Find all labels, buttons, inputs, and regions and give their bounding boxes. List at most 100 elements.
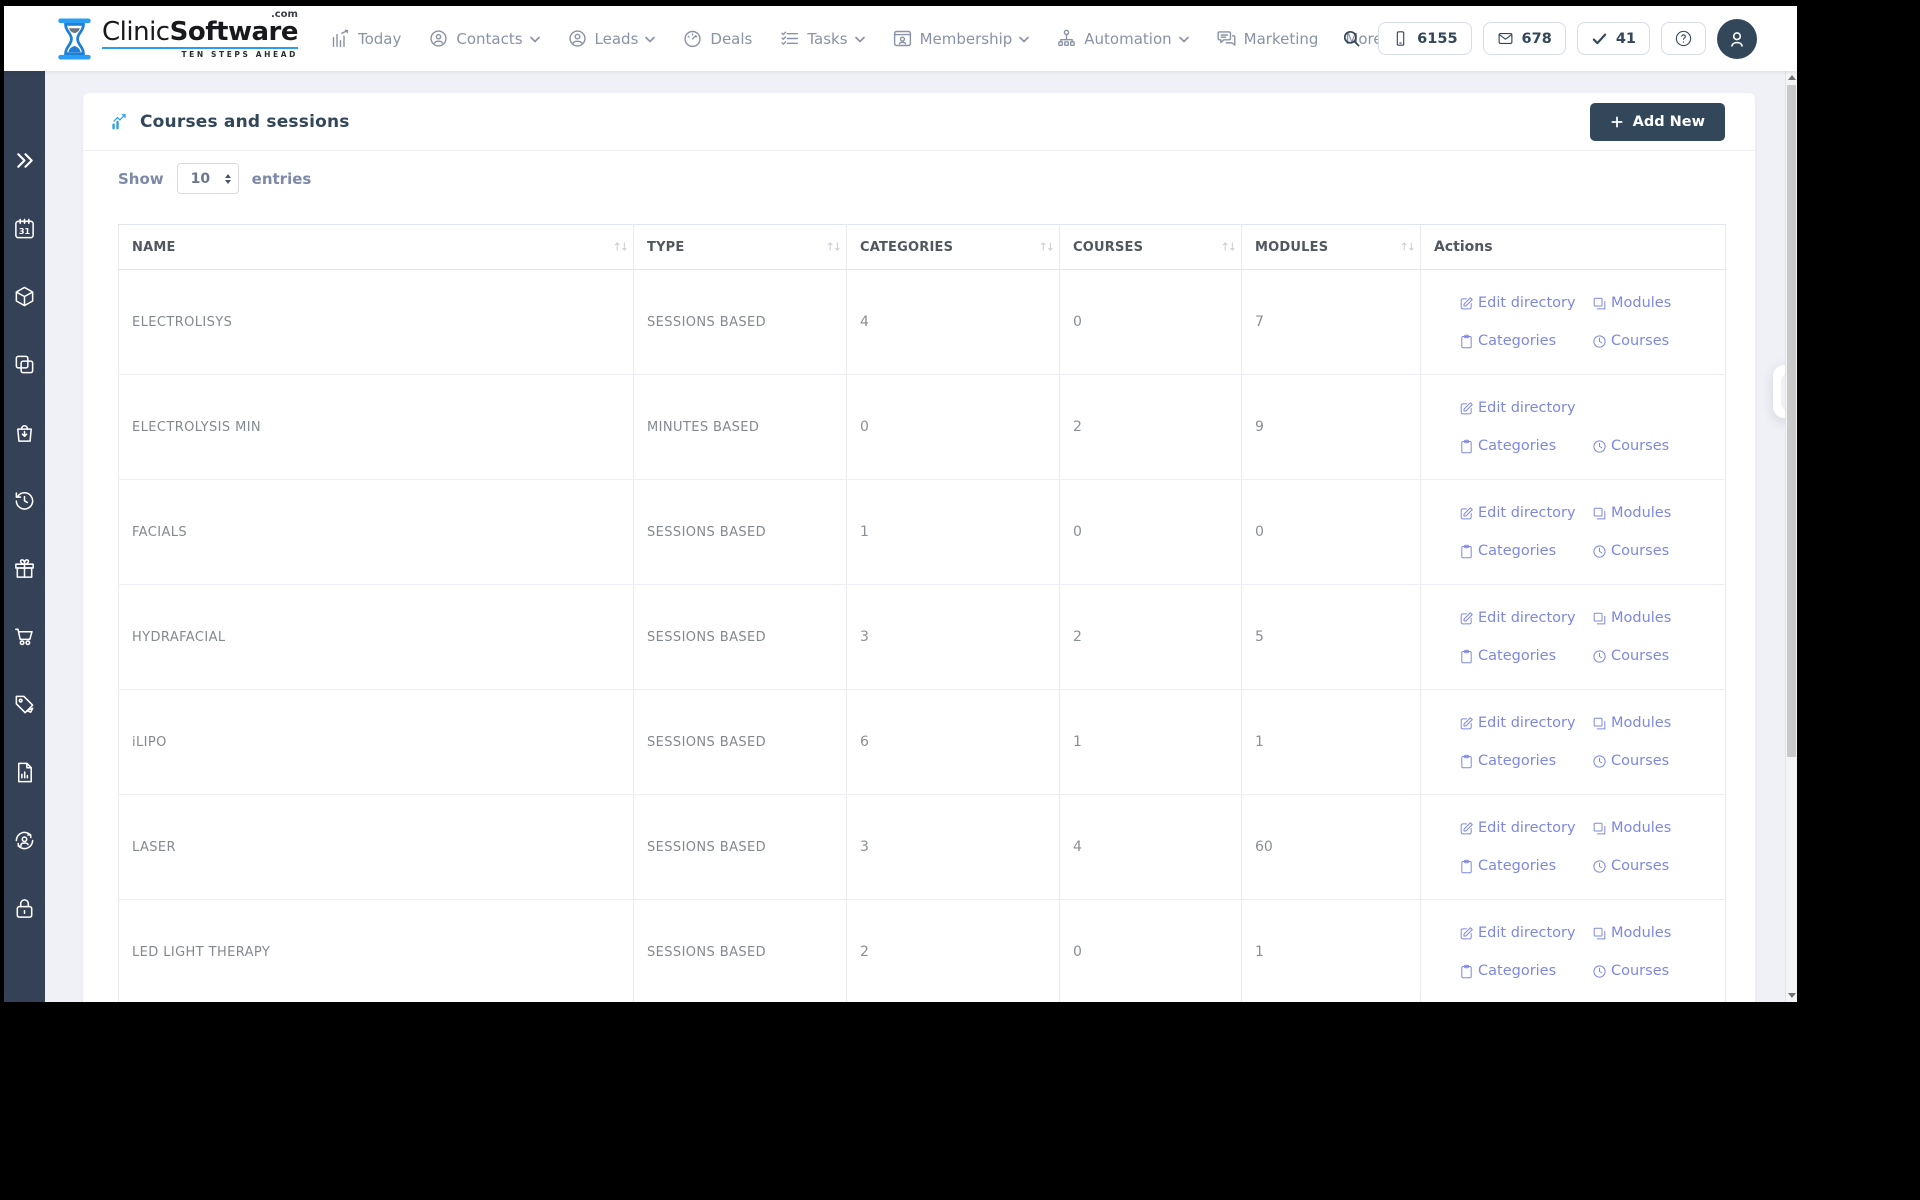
sidebar-report-icon[interactable] (13, 761, 36, 784)
action-link-categories[interactable]: Categories (1459, 753, 1592, 769)
action-link-modules[interactable]: Modules (1592, 715, 1671, 731)
cell-categories: 6 (846, 689, 1060, 795)
add-new-button[interactable]: Add New (1589, 102, 1725, 141)
cell-name: LED LIGHT THERAPY (118, 899, 634, 1002)
cell-categories: 2 (846, 899, 1060, 1002)
cell-type: SESSIONS BASED (633, 584, 847, 690)
action-link-edit-directory[interactable]: Edit directory (1459, 505, 1592, 521)
action-link-modules[interactable]: Modules (1592, 925, 1671, 941)
nav-item-tasks[interactable]: Tasks (779, 28, 865, 49)
scrollbar-up-arrow[interactable] (1786, 71, 1797, 84)
automation-icon (1056, 28, 1077, 49)
nav-item-today[interactable]: Today (330, 28, 401, 49)
sidebar-user-sync-icon[interactable] (13, 829, 36, 852)
action-link-categories[interactable]: Categories (1459, 543, 1592, 559)
chevron-down-icon (529, 34, 540, 43)
column-header-categories[interactable]: CATEGORIES ↑↓ (846, 224, 1060, 270)
svg-text:31: 31 (19, 226, 31, 236)
sidebar-cube-icon[interactable] (13, 285, 36, 308)
action-link-courses[interactable]: Courses (1592, 753, 1671, 769)
column-header-modules[interactable]: MODULES ↑↓ (1241, 224, 1421, 270)
nav-item-contacts[interactable]: Contacts (428, 28, 540, 49)
sidebar-cart-icon[interactable] (13, 625, 36, 648)
sidebar-history-icon[interactable] (13, 489, 36, 512)
action-link-categories[interactable]: Categories (1459, 648, 1592, 664)
action-link-categories[interactable]: Categories (1459, 438, 1592, 454)
courses-icon (1592, 334, 1607, 349)
action-link-courses[interactable]: Courses (1592, 648, 1671, 664)
user-avatar[interactable] (1717, 18, 1757, 59)
courses-icon (1592, 964, 1607, 979)
scrollbar-down-arrow[interactable] (1786, 989, 1797, 1002)
action-link-edit-directory[interactable]: Edit directory (1459, 400, 1592, 416)
action-link-categories[interactable]: Categories (1459, 858, 1592, 874)
action-link-modules[interactable]: Modules (1592, 820, 1671, 836)
categories-icon (1459, 439, 1474, 454)
action-link-modules[interactable]: Modules (1592, 295, 1671, 311)
table-row: LED LIGHT THERAPY SESSIONS BASED 2 0 1 Edit d… (118, 899, 1726, 1002)
action-link-courses[interactable]: Courses (1592, 333, 1671, 349)
column-header-courses[interactable]: COURSES ↑↓ (1059, 224, 1242, 270)
action-link-edit-directory[interactable]: Edit directory (1459, 295, 1592, 311)
action-link-courses[interactable]: Courses (1592, 543, 1671, 559)
action-link-courses[interactable]: Courses (1592, 963, 1671, 979)
action-link-edit-directory[interactable]: Edit directory (1459, 925, 1592, 941)
action-link-edit-directory[interactable]: Edit directory (1459, 715, 1592, 731)
action-link-categories[interactable]: Categories (1459, 963, 1592, 979)
check-counter-badge[interactable]: 41 (1576, 22, 1650, 55)
action-link-categories[interactable]: Categories (1459, 333, 1592, 349)
column-header-type[interactable]: TYPE ↑↓ (633, 224, 847, 270)
cell-type: SESSIONS BASED (633, 794, 847, 900)
cell-modules: 1 (1241, 899, 1421, 1002)
table-row: LASER SESSIONS BASED 3 4 60 Edit directory Mod… (118, 794, 1726, 900)
floating-cart-button[interactable] (1773, 365, 1785, 418)
cell-name: ELECTROLISYS (118, 269, 634, 375)
main-area: 31 Courses and sessions Add New Show 10 … (4, 71, 1797, 1002)
page-size-select[interactable]: 10 (176, 163, 239, 194)
nav-item-membership[interactable]: Membership (892, 28, 1030, 49)
chevron-down-icon (854, 34, 865, 43)
show-label: Show (118, 169, 164, 188)
column-header-name[interactable]: NAME ↑↓ (118, 224, 634, 270)
action-link-modules[interactable]: Modules (1592, 505, 1671, 521)
cell-modules: 9 (1241, 374, 1421, 480)
leads-icon (567, 28, 588, 49)
nav-item-marketing[interactable]: Marketing (1216, 28, 1318, 49)
search-icon[interactable] (1342, 29, 1361, 48)
table-row: FACIALS SESSIONS BASED 1 0 0 Edit directory Mo… (118, 479, 1726, 585)
sidebar-copy-icon[interactable] (13, 353, 36, 376)
sidebar-lock-icon[interactable] (13, 897, 36, 920)
action-link-courses[interactable]: Courses (1592, 438, 1669, 454)
nav-item-automation[interactable]: Automation (1056, 28, 1189, 49)
chart-growth-icon (110, 112, 129, 131)
sidebar-calendar-icon[interactable]: 31 (13, 217, 36, 240)
action-link-edit-directory[interactable]: Edit directory (1459, 610, 1592, 626)
nav-item-deals[interactable]: Deals (682, 28, 752, 49)
cell-categories: 1 (846, 479, 1060, 585)
cell-modules: 60 (1241, 794, 1421, 900)
nav-item-leads[interactable]: Leads (567, 28, 656, 49)
cell-type: MINUTES BASED (633, 374, 847, 480)
modules-icon (1592, 611, 1607, 626)
sidebar-price-tag-icon[interactable] (13, 693, 36, 716)
action-link-modules[interactable]: Modules (1592, 610, 1671, 626)
phone-counter-badge[interactable]: 6155 (1378, 22, 1472, 55)
cell-courses: 2 (1059, 584, 1242, 690)
sidebar-bag-arrow-icon[interactable] (13, 421, 36, 444)
marketing-icon (1216, 28, 1237, 49)
help-button[interactable] (1661, 22, 1706, 55)
action-link-courses[interactable]: Courses (1592, 858, 1671, 874)
clinicsoftware-logo[interactable]: .com ClinicSoftware TEN STEPS AHEAD (56, 9, 298, 61)
sort-arrows-icon: ↑↓ (612, 240, 630, 254)
chevron-down-icon (1019, 34, 1030, 43)
modules-icon (1592, 926, 1607, 941)
mail-counter-badge[interactable]: 678 (1482, 22, 1566, 55)
edit-icon (1459, 401, 1474, 416)
table-row: iLIPO SESSIONS BASED 6 1 1 Edit directory Modu… (118, 689, 1726, 795)
modules-icon (1592, 821, 1607, 836)
action-link-edit-directory[interactable]: Edit directory (1459, 820, 1592, 836)
scrollbar-thumb[interactable] (1787, 85, 1796, 757)
sidebar-gift-icon[interactable] (13, 557, 36, 580)
sidebar-double-chevron-right-icon[interactable] (13, 149, 36, 172)
vertical-scrollbar[interactable] (1785, 71, 1797, 1002)
